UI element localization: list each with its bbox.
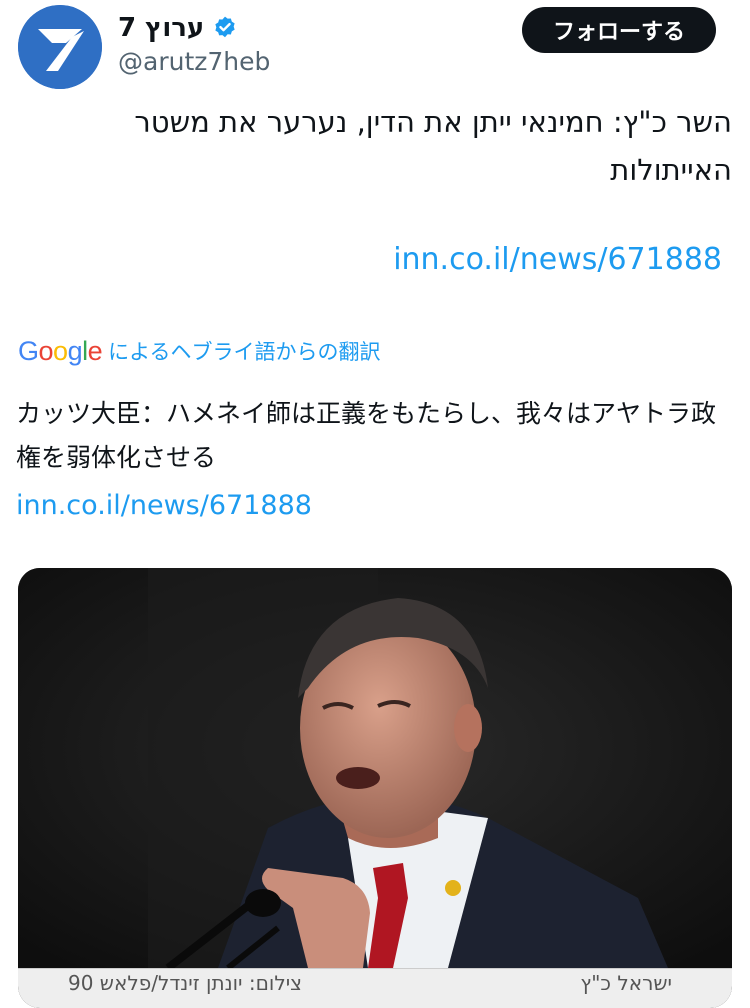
translation-attribution[interactable]: Google によるヘブライ語からの翻訳 [18, 333, 381, 369]
handle[interactable]: @arutz7heb [118, 47, 270, 76]
avatar[interactable] [18, 5, 102, 89]
media-card[interactable]: ישראל כ"ץ צילום: יונתן זינדל/פלאש 90 [18, 568, 732, 1008]
google-logo: Google [18, 335, 103, 366]
display-name[interactable]: ערוץ 7 [118, 13, 204, 43]
translation-label[interactable]: によるヘブライ語からの翻訳 [108, 336, 380, 366]
tweet-text: השר כ"ץ: חמינאי ייתן את הדין, נערער את מ… [134, 105, 732, 187]
display-name-row[interactable]: ערוץ 7 [118, 10, 238, 46]
arutz7-logo-icon [18, 5, 102, 89]
translated-text: カッツ大臣：ハメネイ師は正義をもたらし、我々はアヤトラ政権を弱体化させる [16, 399, 717, 472]
translated-link[interactable]: inn.co.il/news/671888 [16, 490, 312, 521]
photo-of-speaker-icon [18, 568, 732, 968]
follow-button[interactable]: フォローする [522, 7, 716, 53]
photo-caption: ישראל כ"ץ צילום: יונתן זינדל/פלאש 90 [18, 968, 732, 1008]
verified-badge-icon [212, 15, 238, 41]
tweet-link[interactable]: inn.co.il/news/671888 [393, 242, 722, 277]
caption-credit: צילום: יונתן זינדל/פלאש 90 [68, 971, 303, 995]
caption-subject: ישראל כ"ץ [580, 971, 672, 995]
